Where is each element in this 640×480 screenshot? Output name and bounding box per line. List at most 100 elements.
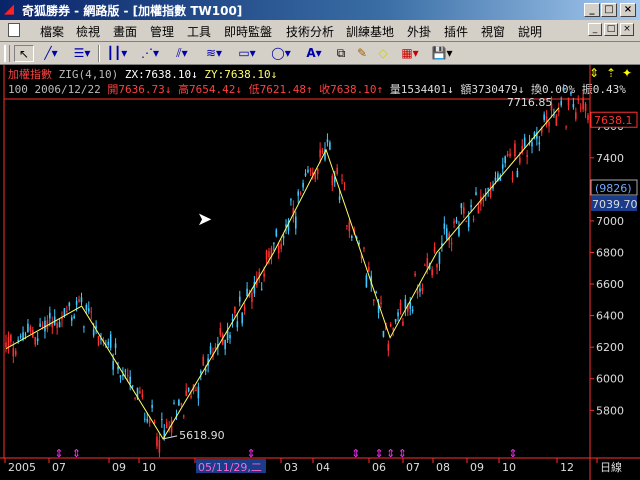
candle-body xyxy=(523,137,526,147)
candle-body xyxy=(470,205,472,208)
candle-body xyxy=(219,328,222,335)
text-icon[interactable]: A▾ xyxy=(300,45,328,62)
mdi-restore-button[interactable]: □ xyxy=(604,23,618,36)
candle-body xyxy=(380,302,382,304)
ellipse-icon[interactable]: ◯▾ xyxy=(266,45,296,62)
candle-body xyxy=(368,267,370,272)
candle-body xyxy=(482,200,485,202)
maximize-button[interactable]: □ xyxy=(601,3,617,17)
x-tick-label: 08 xyxy=(436,461,450,474)
menu-tools[interactable]: 工具 xyxy=(187,23,211,40)
x-tick-label: 12 xyxy=(560,461,574,474)
candle-body xyxy=(131,385,134,387)
candle-body xyxy=(294,216,297,229)
signal-arrow-icon: ⇕ xyxy=(351,447,360,460)
eraser-icon[interactable]: ✎ xyxy=(353,45,371,62)
menu-view[interactable]: 檢視 xyxy=(76,23,100,40)
candle-body xyxy=(275,229,278,237)
candle-body xyxy=(501,164,504,169)
candle-body xyxy=(587,115,589,120)
document-icon xyxy=(8,23,20,37)
candle-body xyxy=(224,339,226,350)
candle-body xyxy=(204,369,207,372)
close-button[interactable]: × xyxy=(620,3,636,17)
parallel-lines-icon[interactable]: ⫽▾ xyxy=(168,45,196,62)
candle-body xyxy=(141,394,144,398)
candle-body xyxy=(431,269,433,276)
candle-body xyxy=(268,251,270,258)
candle-body xyxy=(509,153,511,157)
price-chart[interactable]: 5800600062006400660068007000720074007600… xyxy=(0,65,640,480)
candle-body xyxy=(531,142,533,147)
toolbar-grip xyxy=(4,45,10,62)
candle-body xyxy=(560,100,563,106)
candle-body xyxy=(302,182,304,188)
mdi-close-button[interactable]: × xyxy=(620,23,634,36)
candle-body xyxy=(433,246,436,253)
candle-body xyxy=(277,245,280,254)
candle-body xyxy=(151,405,153,408)
candle-body xyxy=(394,319,397,322)
menu-realtime[interactable]: 即時監盤 xyxy=(224,23,272,40)
candle-body xyxy=(450,243,453,245)
candle-body xyxy=(238,296,241,302)
candle-body xyxy=(144,418,146,420)
candle-body xyxy=(185,390,188,396)
mdi-minimize-button[interactable]: _ xyxy=(588,23,602,36)
menu-file[interactable]: 檔案 xyxy=(40,23,64,40)
candle-body xyxy=(119,375,122,378)
candle-body xyxy=(73,316,75,319)
candle-body xyxy=(579,107,582,109)
menu-help[interactable]: 說明 xyxy=(518,23,542,40)
candle-body xyxy=(178,399,180,406)
candle-body xyxy=(426,258,429,268)
candle-body xyxy=(543,114,545,120)
select-arrow-icon[interactable]: ↖ xyxy=(14,45,34,62)
candle-body xyxy=(134,397,136,399)
copy-icon[interactable]: ⧉ xyxy=(332,45,350,62)
vertical-lines-icon[interactable]: ┃┃▾ xyxy=(103,45,131,62)
minimize-button[interactable]: _ xyxy=(584,3,600,17)
candle-body xyxy=(297,191,300,196)
ma-box-label: (9826) xyxy=(595,182,632,195)
candle-body xyxy=(567,97,570,106)
highlight-icon[interactable]: ◇ xyxy=(374,45,392,62)
trend-line-icon[interactable]: ╱▾ xyxy=(38,45,64,62)
candle-body xyxy=(109,334,112,348)
candle-body xyxy=(200,371,202,373)
candlestick-chart[interactable]: 5800600062006400660068007000720074007600… xyxy=(0,65,640,480)
menu-screen[interactable]: 畫面 xyxy=(113,23,137,40)
candle-body xyxy=(195,389,197,391)
menu-plugin[interactable]: 外掛 xyxy=(407,23,431,40)
candle-body xyxy=(387,343,390,351)
menu-window[interactable]: 視窗 xyxy=(481,23,505,40)
horizontal-line-icon[interactable]: ☰▾ xyxy=(68,45,96,62)
candle-body xyxy=(153,421,156,423)
candle-body xyxy=(214,346,217,349)
candle-body xyxy=(24,334,27,336)
y-tick-label: 6800 xyxy=(596,246,624,259)
candle-body xyxy=(87,308,90,312)
channel-lines-icon[interactable]: ≋▾ xyxy=(200,45,228,62)
candle-body xyxy=(180,403,183,405)
save-icon[interactable]: 💾▾ xyxy=(428,45,456,62)
menu-technical[interactable]: 技術分析 xyxy=(286,23,334,40)
candle-body xyxy=(280,243,282,249)
menu-manage[interactable]: 管理 xyxy=(150,23,174,40)
ma-value-label: 7039.70 xyxy=(592,198,638,211)
menu-addon[interactable]: 插件 xyxy=(444,23,468,40)
candle-body xyxy=(487,188,489,190)
menu-training[interactable]: 訓練基地 xyxy=(346,23,394,40)
candle-body xyxy=(343,189,346,191)
candle-body xyxy=(504,156,507,164)
candle-body xyxy=(139,391,141,394)
candle-body xyxy=(49,312,51,319)
y-tick-label: 7400 xyxy=(596,152,624,165)
colors-icon[interactable]: ▦▾ xyxy=(396,45,424,62)
rectangle-icon[interactable]: ▭▾ xyxy=(232,45,262,62)
candle-body xyxy=(455,220,458,223)
candle-body xyxy=(197,386,200,399)
drawing-toolbar: ↖ ╱▾ ☰▾ ┃┃▾ ⋰▾ ⫽▾ ≋▾ ▭▾ ◯▾ A▾ ⧉ ✎ ◇ ▦▾ 💾… xyxy=(0,42,640,65)
signal-arrow-icon: ⇕ xyxy=(246,447,255,460)
fan-lines-icon[interactable]: ⋰▾ xyxy=(135,45,165,62)
